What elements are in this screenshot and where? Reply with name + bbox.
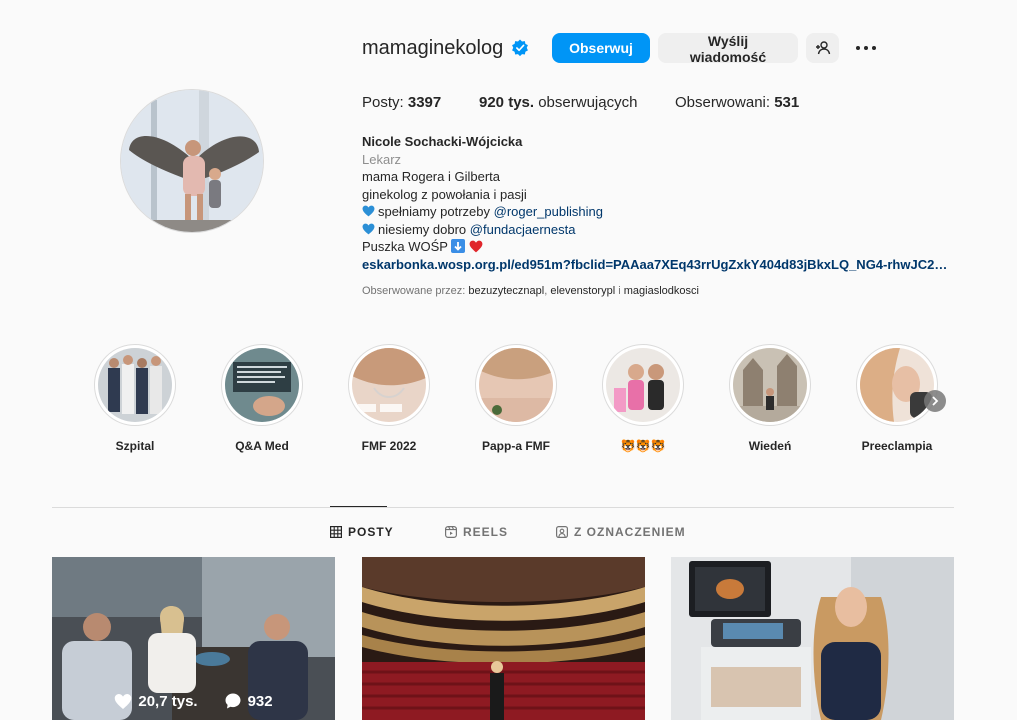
- bio-line: mama Rogera i Gilberta: [362, 169, 500, 184]
- post-thumbnail[interactable]: 20,7 tys. 932: [52, 557, 335, 720]
- profile-avatar[interactable]: [120, 89, 264, 233]
- active-tab-indicator: [330, 506, 387, 507]
- category-label: Lekarz: [362, 151, 402, 167]
- tagged-person-icon: [556, 526, 568, 538]
- post-image: [671, 557, 954, 720]
- profile-bio: Nicole Sochacki-Wójcicka Lekarz mama Rog…: [362, 133, 962, 273]
- bio-line: Puszka WOŚP: [362, 238, 962, 256]
- highlight-thumbnail: [733, 348, 807, 422]
- highlight-label: Preeclampia: [861, 439, 933, 453]
- highlight-thumbnail: [479, 348, 553, 422]
- likes-count: 20,7 tys.: [138, 692, 198, 710]
- highlight-thumbnail: [352, 348, 426, 422]
- highlights-next-button[interactable]: [924, 390, 946, 412]
- followed-by[interactable]: Obserwowane przez: bezuzytecznapl, eleve…: [362, 285, 699, 297]
- username: mamaginekolog: [362, 36, 504, 59]
- chevron-right-icon: [932, 396, 939, 406]
- follow-button[interactable]: Obserwuj: [552, 33, 650, 63]
- red-heart-icon: [469, 240, 483, 253]
- bio-line: spełniamy potrzeby @roger_publishing: [362, 203, 962, 221]
- bio-line: niesiemy dobro @fundacjaernesta: [362, 221, 962, 239]
- suggested-users-button[interactable]: [806, 33, 839, 63]
- highlight-label: 🐯🐯🐯: [620, 439, 666, 453]
- comment-icon: [225, 693, 241, 709]
- highlight-item[interactable]: Szpital: [90, 344, 180, 453]
- more-options-button[interactable]: [850, 33, 882, 63]
- highlight-item[interactable]: 🐯🐯🐯: [598, 344, 688, 453]
- highlight-item[interactable]: Wiedeń: [725, 344, 815, 453]
- tab-posts[interactable]: POSTY: [330, 525, 394, 539]
- post-thumbnail[interactable]: [362, 557, 645, 720]
- profile-header: mamaginekolog: [362, 33, 529, 63]
- highlight-label: FMF 2022: [361, 439, 417, 453]
- followers-count[interactable]: 920 tys. obserwujących: [479, 94, 637, 111]
- heart-icon: [115, 693, 132, 709]
- posts-count: Posty: 3397: [362, 94, 442, 111]
- highlight-label: Wiedeń: [748, 439, 792, 453]
- highlight-item[interactable]: FMF 2022: [344, 344, 434, 453]
- highlight-label: Papp-a FMF: [482, 439, 550, 453]
- post-thumbnail[interactable]: [671, 557, 954, 720]
- down-arrow-icon: [451, 239, 466, 253]
- post-stats-overlay: 20,7 tys. 932: [52, 692, 335, 710]
- highlight-thumbnail: [606, 348, 680, 422]
- full-name: Nicole Sochacki-Wójcicka: [362, 134, 523, 149]
- send-message-button[interactable]: Wyślij wiadomość: [658, 33, 798, 65]
- verified-badge-icon: [512, 39, 529, 57]
- dot-icon: [872, 46, 876, 50]
- bio-line: ginekolog z powołania i pasji: [362, 186, 527, 202]
- highlight-label: Q&A Med: [235, 439, 289, 453]
- highlight-thumbnail: [860, 348, 934, 422]
- comments-count: 932: [247, 692, 273, 710]
- blue-heart-icon: [362, 205, 375, 217]
- reels-icon: [445, 526, 457, 538]
- dot-icon: [856, 46, 860, 50]
- story-highlights: Szpital Q&A Med FMF 2022 Papp-a FMF 🐯🐯🐯 …: [90, 344, 970, 464]
- tab-reels[interactable]: REELS: [445, 525, 508, 539]
- add-person-icon: [815, 41, 830, 55]
- highlight-thumbnail: [98, 348, 172, 422]
- tab-tagged[interactable]: Z OZNACZENIEM: [556, 525, 686, 539]
- blue-heart-icon: [362, 223, 375, 234]
- highlight-thumbnail: [225, 348, 299, 422]
- dot-icon: [864, 46, 868, 50]
- post-image: [362, 557, 645, 720]
- highlight-item[interactable]: Papp-a FMF: [471, 344, 561, 453]
- highlight-item[interactable]: Q&A Med: [217, 344, 307, 453]
- mention-link[interactable]: @fundacjaernesta: [470, 222, 576, 237]
- tabs-divider: [52, 507, 954, 508]
- mention-link[interactable]: @roger_publishing: [494, 204, 603, 219]
- highlight-label: Szpital: [115, 439, 155, 453]
- bio-website-link[interactable]: eskarbonka.wosp.org.pl/ed951m?fbclid=PAA…: [362, 256, 954, 274]
- grid-icon: [330, 526, 342, 538]
- following-count[interactable]: Obserwowani: 531: [675, 94, 799, 111]
